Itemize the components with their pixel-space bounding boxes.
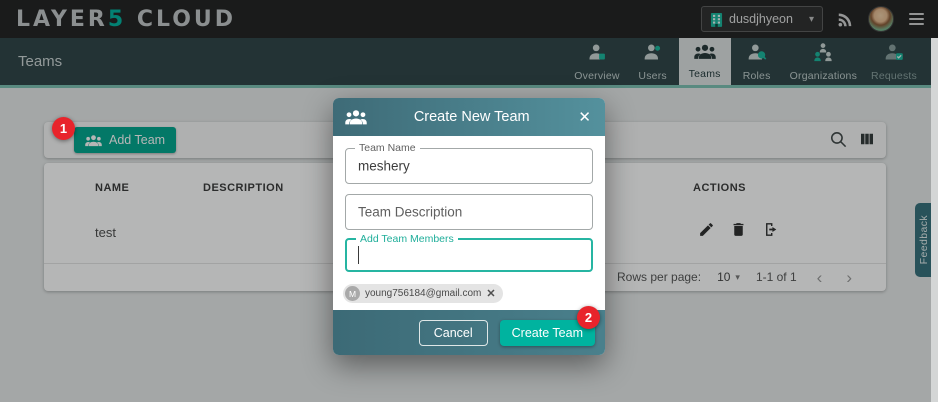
create-team-modal: Create New Team ✕ Team Name meshery Team… [333, 98, 605, 355]
page-scrollbar[interactable] [931, 38, 938, 402]
add-team-members-input[interactable]: Add Team Members [345, 238, 593, 272]
modal-title: Create New Team [367, 109, 576, 125]
group-add-icon [345, 109, 367, 125]
modal-footer: Cancel Create Team [333, 310, 605, 355]
text-cursor [358, 246, 359, 264]
team-name-value: meshery [358, 159, 410, 174]
modal-body: Team Name meshery Team Description Add T… [333, 136, 605, 310]
close-icon[interactable]: ✕ [576, 108, 593, 127]
layer5-cloud-app: LAYER5 CLOUD dusdjhyeon ▾ Teams Overview [0, 0, 938, 402]
member-chip: M young756184@gmail.com ✕ [343, 284, 503, 303]
step-annotation-1: 1 [52, 117, 75, 140]
modal-header: Create New Team ✕ [333, 98, 605, 136]
member-chip-remove-icon[interactable]: ✕ [486, 287, 495, 300]
team-description-placeholder: Team Description [358, 205, 462, 220]
cancel-button[interactable]: Cancel [419, 320, 488, 346]
team-description-input[interactable]: Team Description [345, 194, 593, 230]
step-annotation-2: 2 [577, 306, 600, 329]
member-chip-email: young756184@gmail.com [365, 288, 481, 299]
add-team-members-label: Add Team Members [356, 233, 458, 245]
team-name-label: Team Name [355, 142, 420, 154]
team-name-input[interactable]: Team Name meshery [345, 148, 593, 184]
member-chip-avatar: M [345, 286, 360, 301]
